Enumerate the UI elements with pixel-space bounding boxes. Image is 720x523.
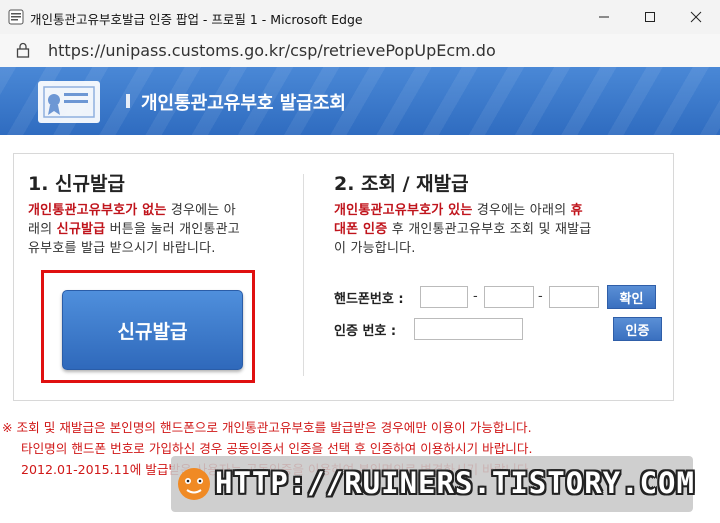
watermark: HTTP://RUINERS.TISTORY.COM [171,456,695,512]
close-icon [690,11,702,23]
certificate-icon [38,81,100,123]
phone-part2-input[interactable] [484,286,534,308]
phone-part3-input[interactable] [549,286,599,308]
lock-icon[interactable] [16,42,30,58]
new-issue-button[interactable]: 신규발급 [62,290,243,370]
address-bar: https://unipass.customs.go.kr/csp/retrie… [0,34,720,68]
close-button[interactable] [673,0,719,34]
page-url[interactable]: https://unipass.customs.go.kr/csp/retrie… [48,41,496,60]
title-bar: 개인통관고유부호발급 인증 팝업 - 프로필 1 - Microsoft Edg… [0,0,720,35]
auth-code-input[interactable] [414,318,523,340]
window-title: 개인통관고유부호발급 인증 팝업 - 프로필 1 - Microsoft Edg… [30,12,363,27]
new-issue-description: 개인통관고유부호가 없는 경우에는 아 래의 신규발급 버튼을 눌러 개인통관고… [28,203,240,256]
phone-dash: - [473,289,478,304]
phone-part1-input[interactable] [420,286,468,308]
maximize-button[interactable] [627,0,673,34]
browser-page-icon [8,9,24,25]
maximize-icon [645,12,655,22]
page-heading: 개인통관고유부호 발급조회 [141,93,346,114]
minimize-icon [599,16,609,18]
notice-line-1: ※ 조회 및 재발급은 본인명의 핸드폰으로 개인통관고유부호를 발급받은 경우… [2,420,532,435]
confirm-button[interactable]: 확인 [607,285,656,309]
section-divider [303,174,304,376]
watermark-text: HTTP://RUINERS.TISTORY.COM [215,466,695,500]
lookup-heading: 2. 조회 / 재발급 [334,173,469,195]
phone-dash: - [538,289,543,304]
auth-button[interactable]: 인증 [613,317,662,341]
phone-label: 핸드폰번호 : [334,292,404,307]
minimize-button[interactable] [581,0,627,34]
lookup-description: 개인통관고유부호가 있는 경우에는 아래의 휴 대폰 인증 후 개인통관고유부호… [334,203,592,256]
mascot-icon [178,468,210,500]
new-issue-heading: 1. 신규발급 [28,173,125,195]
auth-code-label: 인증 번호 : [334,324,397,339]
header-banner: 개인통관고유부호 발급조회 [0,67,720,135]
